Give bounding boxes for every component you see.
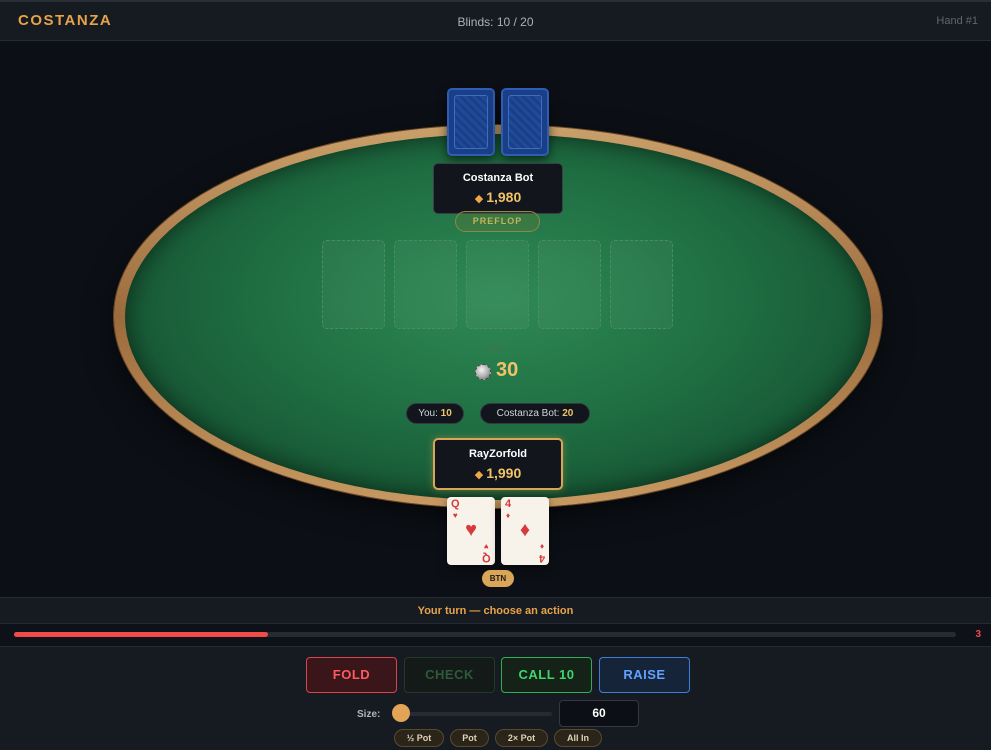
hero-bet-pill: You: 10 [406, 403, 464, 424]
card-rank: 4 ♦ [538, 541, 545, 564]
preset-2x-pot-button[interactable]: 2× Pot [495, 729, 548, 747]
opponent-bet-pill: Costanza Bot: 20 [480, 403, 590, 424]
board-card-slot [610, 240, 673, 329]
board-card-slot [394, 240, 457, 329]
preset-half-pot-button[interactable]: ½ Pot [394, 729, 444, 747]
chip-diamond-icon: ◆ [474, 469, 484, 481]
board-card-slot [538, 240, 601, 329]
opponent-stack: ◆ 1,980 [434, 189, 562, 205]
opponent-name: Costanza Bot [462, 172, 534, 184]
hero-stack-amount: 1,990 [486, 465, 522, 481]
fold-button[interactable]: FOLD [306, 657, 397, 693]
slider-thumb[interactable] [392, 704, 410, 722]
timer-fill [14, 632, 268, 637]
hand-number: Hand #1 [936, 15, 978, 27]
diamond-icon: ♦ [519, 519, 531, 541]
card-rank-value: 4 [538, 552, 545, 564]
bet-amount: 10 [440, 408, 452, 419]
call-button[interactable]: CALL 10 [501, 657, 592, 693]
card-rank-value: 4 [505, 498, 512, 510]
pot-amount: 30 [496, 359, 519, 381]
turn-message: Your turn — choose an action [0, 597, 991, 624]
hero-seat: RayZorfold ◆ 1,990 [433, 438, 563, 490]
raise-button[interactable]: RAISE [599, 657, 690, 693]
card-rank: Q ♥ [482, 541, 491, 564]
heart-icon: ♥ [465, 519, 477, 541]
card-rank-value: Q [451, 498, 460, 510]
board-card-slot [466, 240, 529, 329]
chip-diamond-icon: ◆ [474, 193, 484, 205]
opponent-seat: Costanza Bot ◆ 1,980 [433, 163, 563, 214]
heart-icon: ♥ [484, 542, 490, 551]
hero-card: 4 ♦ ♦ 4 ♦ [501, 497, 549, 565]
action-panel: FOLD CHECK CALL 10 RAISE Size: 60 ½ Pot … [0, 646, 991, 750]
card-rank: 4 ♦ [505, 499, 511, 521]
diamond-icon: ♦ [539, 542, 544, 551]
poker-app: COSTANZA Blinds: 10 / 20 Hand #1 Costanz… [0, 0, 991, 750]
timer-track [14, 632, 956, 637]
board-card-slot [322, 240, 385, 329]
opponent-card-back [447, 88, 495, 156]
bet-amount: 20 [562, 408, 574, 419]
pot-label: POT [484, 344, 507, 354]
card-rank-value: Q [482, 552, 491, 564]
opponent-card-back [501, 88, 549, 156]
dealer-button-badge: BTN [482, 570, 514, 587]
preset-pot-button[interactable]: Pot [450, 729, 489, 747]
hero-name: RayZorfold [468, 448, 528, 460]
hero-card: Q ♥ ♥ Q ♥ [447, 497, 495, 565]
table-area: Costanza Bot ◆ 1,980 PREFLOP POT 30 You: … [0, 42, 991, 597]
opponent-stack-amount: 1,980 [486, 189, 522, 205]
preset-all-in-button[interactable]: All In [554, 729, 602, 747]
hero-stack: ◆ 1,990 [435, 465, 561, 481]
chip-icon [475, 364, 491, 380]
card-rank: Q ♥ [451, 499, 460, 521]
timer-seconds: 3 [975, 629, 981, 640]
action-timer: 3 [0, 624, 991, 646]
size-label: Size: [357, 709, 381, 720]
top-bar: COSTANZA Blinds: 10 / 20 Hand #1 [0, 0, 991, 41]
raise-size-input[interactable]: 60 [559, 700, 639, 727]
bet-label: You: [418, 408, 438, 419]
raise-size-slider[interactable] [400, 712, 552, 716]
check-button[interactable]: CHECK [404, 657, 495, 693]
bet-label: Costanza Bot: [496, 408, 560, 419]
stage-badge: PREFLOP [455, 211, 540, 232]
blinds-info: Blinds: 10 / 20 [457, 15, 534, 29]
